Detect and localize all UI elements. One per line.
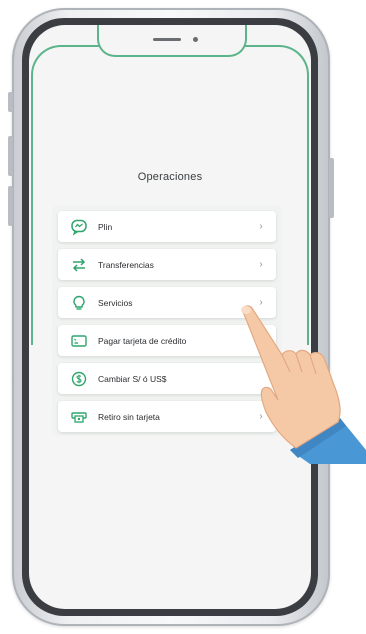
cash-withdraw-icon xyxy=(68,406,90,428)
front-camera xyxy=(193,37,198,42)
phone-notch xyxy=(97,25,247,57)
phone-side-button xyxy=(8,136,13,176)
pointing-hand-icon xyxy=(241,305,366,464)
page-title: Operaciones xyxy=(137,171,203,183)
phone-side-button xyxy=(329,158,334,218)
currency-exchange-icon xyxy=(68,368,90,390)
transfer-arrows-icon xyxy=(68,254,90,276)
phone-side-button xyxy=(8,186,13,226)
phone-side-button xyxy=(8,92,13,112)
chevron-right-icon: › xyxy=(259,259,263,270)
menu-item-transferencias[interactable]: Transferencias › xyxy=(58,249,276,280)
credit-card-icon xyxy=(68,330,90,352)
menu-item-label: Transferencias xyxy=(98,259,154,270)
speaker-grille xyxy=(153,38,181,41)
lightbulb-icon xyxy=(68,292,90,314)
menu-item-label: Plin xyxy=(98,221,113,232)
menu-item-plin[interactable]: Plin › xyxy=(58,211,276,242)
chevron-right-icon: › xyxy=(259,221,263,232)
plin-chat-icon xyxy=(68,216,90,238)
